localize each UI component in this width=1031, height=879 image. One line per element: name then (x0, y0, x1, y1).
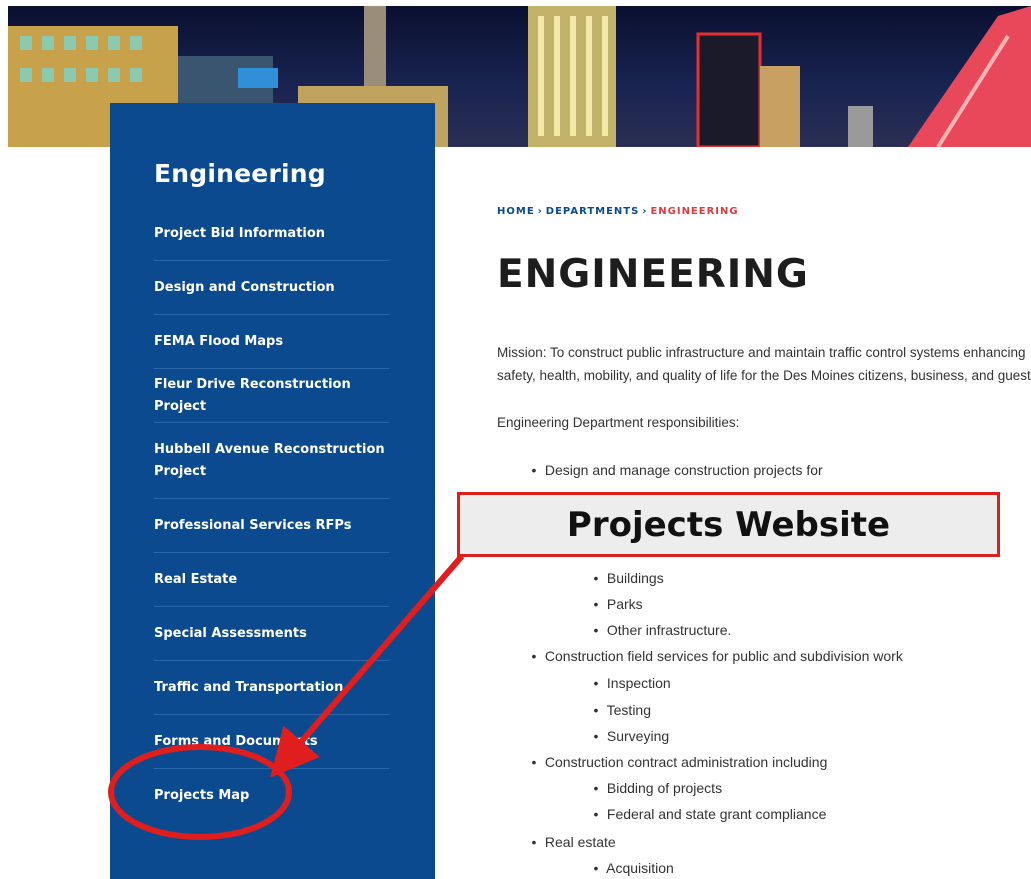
sidebar-title: Engineering (154, 159, 326, 188)
sidebar-item-real-estate[interactable]: Real Estate (154, 553, 389, 607)
sidebar-item-fema-flood-maps[interactable]: FEMA Flood Maps (154, 315, 389, 369)
sidebar-item-design-and-construction[interactable]: Design and Construction (154, 261, 389, 315)
breadcrumb: HOME › DEPARTMENTS › ENGINEERING (497, 206, 739, 217)
sidebar-item-projects-map[interactable]: Projects Map (154, 769, 389, 822)
list-item: • Other infrastructure. (593, 622, 732, 638)
sidebar-item-forms[interactable]: Forms and Documents (154, 715, 389, 769)
breadcrumb-engineering: ENGINEERING (650, 206, 739, 217)
page-title: ENGINEERING (497, 252, 809, 297)
breadcrumb-separator: › (642, 206, 648, 217)
list-item: • Buildings (593, 570, 664, 586)
list-item: • Inspection (593, 675, 671, 691)
sidebar-item-professional-services[interactable]: Professional Services RFPs (154, 499, 389, 553)
sidebar: Engineering Project Bid Information Desi… (110, 103, 435, 879)
list-item: • Construction contract administration i… (531, 754, 828, 770)
list-item: • Real estate (531, 834, 616, 850)
list-item: • Testing (593, 702, 651, 718)
list-item: • Construction field services for public… (531, 648, 903, 664)
sidebar-nav: Project Bid Information Design and Const… (154, 207, 389, 822)
list-item: • Surveying (593, 728, 670, 744)
breadcrumb-separator: › (537, 206, 543, 217)
sidebar-item-hubbell-avenue[interactable]: Hubbell Avenue Reconstruction Project (154, 423, 389, 499)
responsibilities-heading: Engineering Department responsibilities: (497, 415, 740, 430)
sidebar-item-project-bid-information[interactable]: Project Bid Information (154, 207, 389, 261)
sidebar-item-traffic[interactable]: Traffic and Transportation (154, 661, 389, 715)
list-item: • Acquisition (593, 860, 674, 876)
projects-website-callout: Projects Website (457, 492, 1000, 557)
sidebar-item-fleur-drive[interactable]: Fleur Drive Reconstruction Project (154, 369, 389, 423)
breadcrumb-home[interactable]: HOME (497, 206, 535, 217)
list-item: • Design and manage construction project… (531, 462, 823, 478)
mission-statement: Mission: To construct public infrastruct… (497, 345, 1031, 383)
main-content: HOME › DEPARTMENTS › ENGINEERING ENGINEERING… (497, 0, 1031, 879)
sidebar-item-special-assessments[interactable]: Special Assessments (154, 607, 389, 661)
list-item: • Parks (593, 596, 643, 612)
breadcrumb-departments[interactable]: DEPARTMENTS (546, 206, 640, 217)
list-item: • Bidding of projects (593, 780, 723, 796)
list-item: • Federal and state grant compliance (593, 806, 827, 822)
